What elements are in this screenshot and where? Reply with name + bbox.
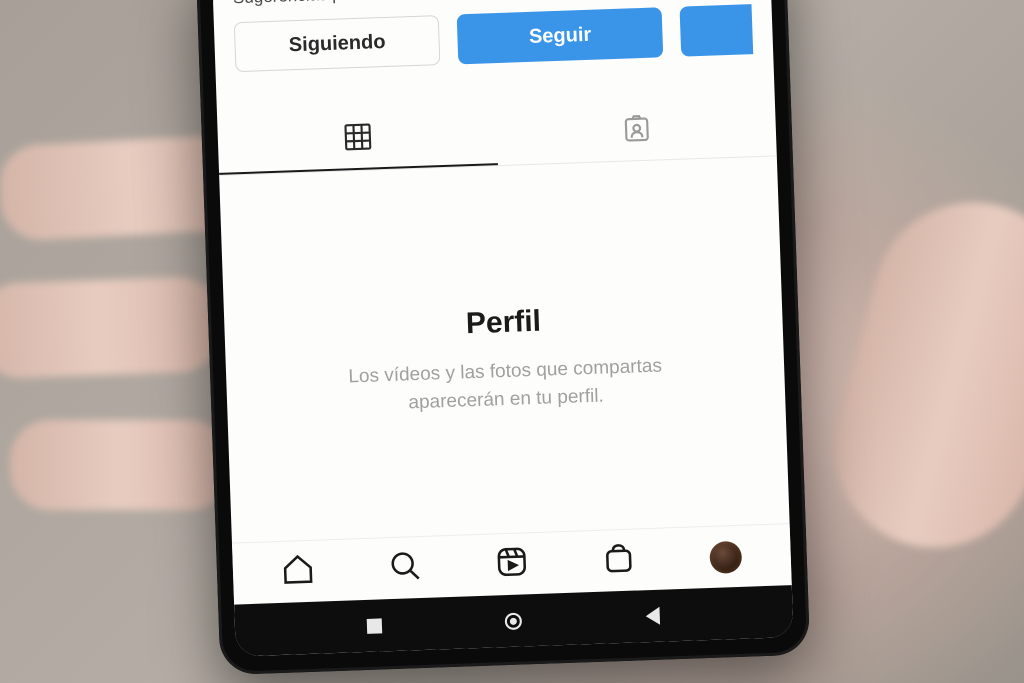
sys-recent-apps[interactable] [362, 613, 387, 638]
follow-button[interactable] [680, 4, 753, 56]
suggestions-row: Siguiendo Seguir [213, 0, 774, 97]
back-triangle-icon [646, 607, 661, 625]
sys-home[interactable] [501, 608, 526, 633]
finger [0, 276, 222, 379]
sys-back[interactable] [641, 604, 666, 629]
suggestion-card: Siguiendo [234, 15, 441, 72]
empty-subtitle: Los vídeos y las fotos que compartas apa… [305, 351, 707, 420]
nav-shop[interactable] [596, 538, 642, 584]
following-button[interactable]: Siguiendo [234, 15, 441, 72]
grid-icon [341, 120, 374, 158]
phone-frame: Sugerencias para ti Siguiendo Seguir [196, 0, 810, 675]
follow-button[interactable]: Seguir [457, 7, 664, 64]
tab-tagged[interactable] [496, 95, 777, 165]
reels-icon [494, 544, 529, 584]
recent-apps-icon [367, 618, 383, 634]
nav-reels[interactable] [489, 542, 535, 588]
suggestion-card-partial [680, 4, 753, 56]
finger [10, 420, 230, 510]
suggestion-card: Seguir [457, 7, 664, 64]
home-icon [281, 552, 316, 592]
nav-search[interactable] [382, 545, 428, 591]
home-circle-icon [505, 612, 523, 630]
empty-profile-state: Perfil Los vídeos y las fotos que compar… [219, 156, 789, 542]
profile-avatar-icon [709, 540, 742, 573]
search-icon [387, 548, 422, 588]
tab-posts-grid[interactable] [217, 105, 498, 175]
nav-profile[interactable] [703, 534, 749, 580]
tagged-icon [620, 111, 653, 149]
phone-screen: Sugerencias para ti Siguiendo Seguir [212, 0, 793, 657]
nav-home[interactable] [276, 549, 322, 595]
shop-icon [601, 541, 636, 581]
empty-title: Perfil [465, 305, 541, 342]
